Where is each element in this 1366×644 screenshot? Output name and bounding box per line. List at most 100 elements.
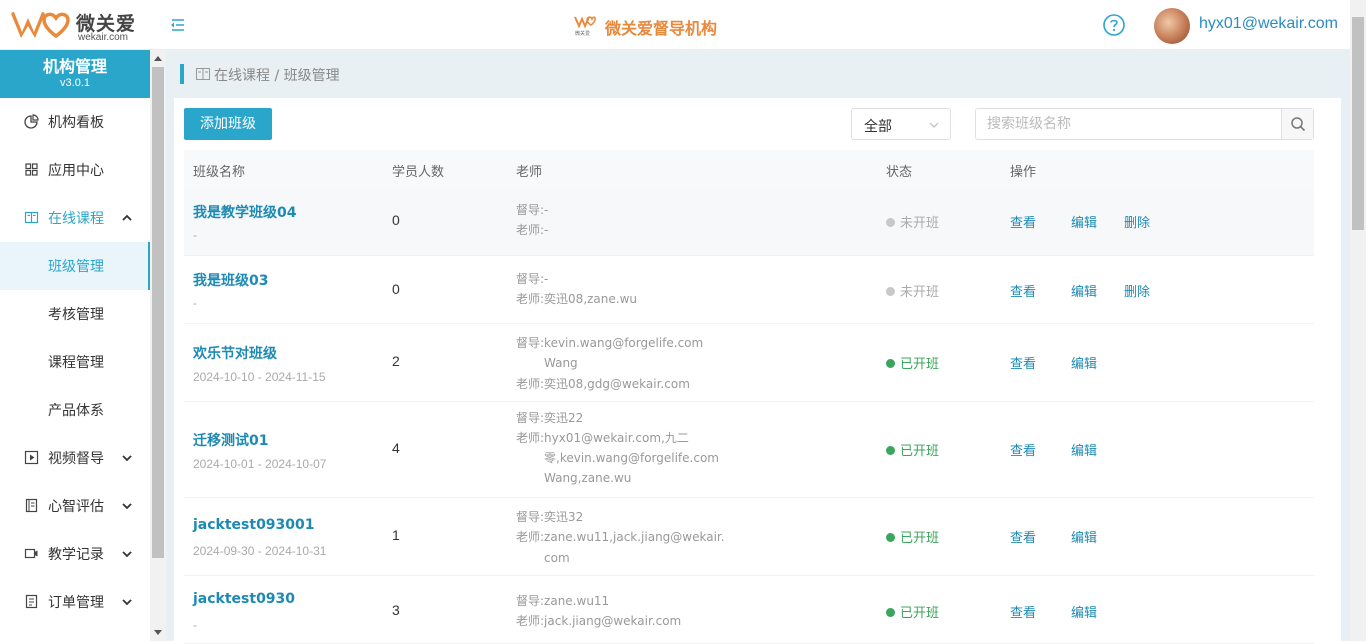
user-name[interactable]: hyx01@wekair.com (1199, 15, 1338, 33)
brand-mark-text: 微关爱 (575, 30, 590, 37)
org-title: 机构管理 (42, 57, 107, 76)
search-box (975, 108, 1314, 140)
sidebar-item-label: 机构看板 (48, 115, 104, 131)
sidebar-item-mind-assessment[interactable]: 心智评估 (0, 482, 150, 530)
sidebar-item-label: 课程管理 (48, 355, 104, 371)
search-input[interactable] (977, 110, 1280, 138)
delete-link[interactable]: 删除 (1124, 212, 1150, 231)
search-icon (1291, 117, 1306, 132)
teacher-line: 督导:zane.wu11 (516, 594, 610, 608)
table-row: 我是教学班级04 - 0 督导:- 老师:- 未开班 查看 编辑 删除 (184, 188, 1314, 256)
book-icon (196, 68, 210, 80)
class-name-link[interactable]: 欢乐节对班级 (193, 343, 277, 363)
page-scrollbar[interactable] (1350, 0, 1366, 641)
teacher-line: Wang (544, 356, 578, 370)
edit-link[interactable]: 编辑 (1071, 281, 1097, 300)
menu-collapse-icon[interactable] (168, 16, 186, 34)
teacher-line: 督导:- (516, 272, 549, 286)
column-header-actions: 操作 (1010, 165, 1037, 180)
status-badge: 已开班 (886, 602, 939, 621)
search-button[interactable] (1281, 109, 1313, 139)
edit-link[interactable]: 编辑 (1071, 602, 1097, 621)
scroll-up-icon[interactable] (154, 56, 162, 61)
column-header-teacher: 老师 (516, 165, 543, 180)
view-link[interactable]: 查看 (1010, 440, 1036, 459)
sidebar-item-teaching-record[interactable]: 教学记录 (0, 530, 150, 578)
class-name-link[interactable]: 迁移测试01 (193, 430, 268, 450)
table-row: 迁移测试01 2024-10-01 - 2024-10-07 4 督导:奕迅22… (184, 402, 1314, 498)
receipt-icon (25, 594, 38, 609)
table-row: jacktest093001 2024-09-30 - 2024-10-31 1… (184, 498, 1314, 576)
app-logo[interactable]: 微关爱 wekair.com (8, 8, 138, 44)
breadcrumb-text: 在线课程 / 班级管理 (214, 68, 340, 84)
class-date: - (193, 618, 197, 632)
view-link[interactable]: 查看 (1010, 602, 1036, 621)
sidebar-item-exam-management[interactable]: 考核管理 (0, 290, 150, 338)
notebook-icon (25, 498, 38, 513)
class-name-link[interactable]: 我是教学班级04 (193, 202, 296, 222)
teacher-line: 老师:jack.jiang@wekair.com (516, 614, 682, 628)
edit-link[interactable]: 编辑 (1071, 212, 1097, 231)
breadcrumb-accent (180, 64, 184, 84)
chevron-down-icon (122, 503, 132, 510)
status-text: 已开班 (900, 531, 940, 546)
chevron-down-icon (122, 551, 132, 558)
scroll-down-icon[interactable] (154, 630, 162, 635)
teacher-line: 督导:kevin.wang@forgelife.com (516, 336, 704, 350)
student-count: 0 (392, 281, 400, 297)
help-icon[interactable] (1102, 13, 1126, 37)
class-date: 2024-09-30 - 2024-10-31 (193, 544, 327, 558)
user-avatar[interactable] (1154, 8, 1190, 44)
sidebar-scrollbar[interactable] (150, 50, 166, 641)
org-banner: 机构管理 v3.0.1 (0, 50, 150, 98)
edit-link[interactable]: 编辑 (1071, 353, 1097, 372)
sidebar-item-online-course[interactable]: 在线课程 (0, 194, 150, 242)
table-row: 欢乐节对班级 2024-10-10 - 2024-11-15 2 督导:kevi… (184, 324, 1314, 402)
status-dot (886, 446, 895, 455)
sidebar-item-course-management[interactable]: 课程管理 (0, 338, 150, 386)
class-name-link[interactable]: jacktest093001 (193, 517, 315, 533)
sidebar-scroll-thumb[interactable] (152, 67, 164, 558)
edit-link[interactable]: 编辑 (1071, 440, 1097, 459)
status-dot (886, 218, 895, 227)
pie-chart-icon (24, 114, 39, 129)
main-content: 在线课程 / 班级管理 添加班级 全部 班级名称 学员人数 老师 状态 操作 我… (166, 50, 1350, 644)
sidebar-item-product-system[interactable]: 产品体系 (0, 386, 150, 434)
sidebar-item-video-supervision[interactable]: 视频督导 (0, 434, 150, 482)
add-class-button[interactable]: 添加班级 (184, 108, 272, 140)
sidebar-item-dashboard[interactable]: 机构看板 (0, 98, 150, 146)
teacher-line: 督导:- (516, 203, 549, 217)
view-link[interactable]: 查看 (1010, 353, 1036, 372)
brand-title: 微关爱督导机构 (605, 19, 718, 38)
chevron-up-icon (122, 214, 132, 221)
class-name-link[interactable]: jacktest0930 (193, 591, 295, 607)
chevron-down-icon (929, 122, 939, 128)
column-header-name: 班级名称 (193, 165, 246, 180)
sidebar-item-app-center[interactable]: 应用中心 (0, 146, 150, 194)
student-count: 2 (392, 353, 400, 369)
status-filter-select[interactable]: 全部 (851, 108, 951, 140)
class-name-link[interactable]: 我是班级03 (193, 270, 268, 290)
edit-link[interactable]: 编辑 (1071, 527, 1097, 546)
delete-link[interactable]: 删除 (1124, 281, 1150, 300)
status-dot (886, 287, 895, 296)
teacher-line: 老师:zane.wu11,jack.jiang@wekair. (516, 530, 725, 544)
teacher-line: 老师:奕迅08,gdg@wekair.com (516, 377, 690, 391)
status-dot (886, 533, 895, 542)
view-link[interactable]: 查看 (1010, 527, 1036, 546)
book-icon (24, 211, 39, 224)
status-text: 未开班 (900, 285, 940, 300)
sidebar-item-class-management[interactable]: 班级管理 (0, 242, 150, 290)
status-dot (886, 359, 895, 368)
class-date: - (193, 228, 197, 242)
teacher-line: 督导:奕迅22 (516, 411, 584, 425)
class-list-card: 添加班级 全部 班级名称 学员人数 老师 状态 操作 我是教学班级04 - (174, 98, 1341, 644)
view-link[interactable]: 查看 (1010, 212, 1036, 231)
page-scroll-thumb[interactable] (1352, 17, 1364, 230)
teacher-line: 老师:- (516, 223, 549, 237)
top-header: 微关爱 wekair.com 微关爱 微关爱督导机构 hyx01@wekair.… (0, 0, 1350, 50)
class-date: - (193, 296, 197, 310)
table-header: 班级名称 学员人数 老师 状态 操作 (184, 150, 1314, 188)
view-link[interactable]: 查看 (1010, 281, 1036, 300)
sidebar-item-order-management[interactable]: 订单管理 (0, 578, 150, 626)
